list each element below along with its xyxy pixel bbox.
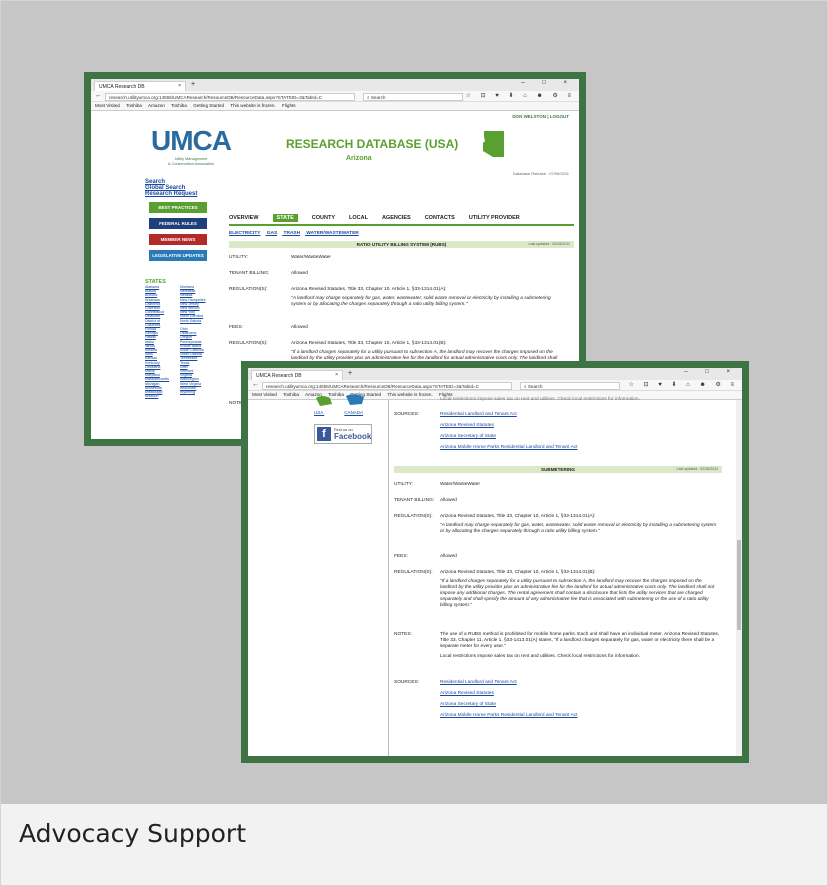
- toolbar-icons[interactable]: ☆ ⊡ ♥ ⬇ ⌂ ☻ ⚙ ≡: [629, 381, 738, 388]
- subtab-gas[interactable]: GAS: [267, 231, 277, 236]
- bookmarks-bar: Most Visited Toshiba Amazon Toshiba Gett…: [91, 102, 579, 111]
- screenshot-collage: UMCA Research DB × + – □ × ← research.uti…: [1, 1, 827, 804]
- new-tab-button[interactable]: +: [191, 81, 195, 88]
- slide-card: UMCA Research DB × + – □ × ← research.uti…: [0, 0, 828, 886]
- bookmark-item[interactable]: Toshiba: [283, 392, 299, 397]
- tab-agencies[interactable]: AGENCIES: [382, 215, 411, 221]
- address-input[interactable]: research.utilityumca.org:14555/UMCAResea…: [262, 382, 512, 390]
- source-link[interactable]: Residential Landlord and Tenant Act: [440, 412, 710, 418]
- new-tab-button[interactable]: +: [348, 370, 352, 377]
- last-updated: Last updated : 02/28/2011: [676, 467, 719, 471]
- tab-bar: UMCA Research DB × + – □ ×: [91, 79, 579, 91]
- bookmark-item[interactable]: This website is frozen.: [230, 103, 275, 108]
- arizona-map-icon: [483, 131, 504, 157]
- search-input[interactable]: ⌕ Search: [520, 382, 620, 390]
- search-input[interactable]: ⌕ Search: [363, 93, 463, 101]
- best-practices-button[interactable]: BEST PRACTICES: [149, 202, 207, 213]
- facebook-badge[interactable]: f Find us on Facebook: [314, 424, 372, 444]
- main-tabs: OVERVIEW STATE COUNTY LOCAL AGENCIES CONTACTS…: [229, 214, 534, 222]
- tab-overview[interactable]: OVERVIEW: [229, 215, 259, 221]
- address-input[interactable]: research.utilityumca.org:14555/UMCAResea…: [105, 93, 355, 101]
- subtab-electricity[interactable]: ELECTRICITY: [229, 231, 260, 236]
- bookmark-item[interactable]: Getting Started: [193, 103, 224, 108]
- browser-screenshot-submetering: UMCA Research DB × + – □ × ← research.uti…: [241, 361, 749, 763]
- federal-rules-button[interactable]: FEDERAL RULES: [149, 218, 207, 229]
- state-link[interactable]: Missouri: [145, 394, 176, 398]
- source-link[interactable]: Arizona Secretary of State: [440, 434, 710, 440]
- member-news-button[interactable]: MEMBER NEWS: [149, 234, 207, 245]
- source-link[interactable]: Arizona Mobile Home Parks Residential La…: [440, 445, 710, 451]
- url-bar: ← research.utilityumca.org:14555/UMCARes…: [248, 380, 742, 391]
- state-name: Arizona: [346, 155, 372, 162]
- utility-subtabs: ELECTRICITY GAS TRASH WATER/WASTEWATER: [229, 231, 364, 236]
- nav-link-research-request[interactable]: Research Request: [145, 191, 211, 197]
- state-link[interactable]: District of Columbia: [145, 319, 176, 327]
- last-updated: Last updated : 02/28/2011: [528, 242, 571, 246]
- close-tab-icon[interactable]: ×: [178, 83, 181, 89]
- state-link[interactable]: Wyoming: [180, 390, 211, 394]
- bookmark-item[interactable]: This website is frozen.: [387, 392, 432, 397]
- source-link[interactable]: Arizona Mobile Home Parks Residential La…: [440, 713, 720, 719]
- source-link[interactable]: Residential Landlord and Tenant Act: [440, 680, 720, 686]
- tab-contacts[interactable]: CONTACTS: [425, 215, 455, 221]
- browser-tab[interactable]: UMCA Research DB ×: [94, 81, 186, 91]
- bookmark-item[interactable]: Flights: [282, 103, 296, 108]
- source-link[interactable]: Arizona Secretary of State: [440, 702, 720, 708]
- url-bar: ← research.utilityumca.org:14555/UMCARes…: [91, 91, 579, 102]
- tab-utility-provider[interactable]: UTILITY PROVIDER: [469, 215, 520, 221]
- close-tab-icon[interactable]: ×: [335, 372, 338, 378]
- window-controls[interactable]: – □ ×: [521, 80, 575, 86]
- user-links[interactable]: DON WELSTON | LOGOUT: [512, 114, 569, 119]
- tab-state[interactable]: STATE: [272, 214, 298, 222]
- subtab-trash[interactable]: TRASH: [284, 231, 301, 236]
- subtab-water-wastewater[interactable]: WATER/WASTEWATER: [306, 231, 358, 236]
- tab-divider: [229, 224, 574, 226]
- bookmark-item[interactable]: Most Visited: [95, 103, 120, 108]
- bookmark-item[interactable]: Toshiba: [126, 103, 142, 108]
- map-links: USA CANADA: [314, 410, 363, 415]
- back-arrow-icon[interactable]: ←: [252, 381, 259, 388]
- tab-local[interactable]: LOCAL: [349, 215, 368, 221]
- bookmark-item[interactable]: Amazon: [148, 103, 165, 108]
- column-divider: [388, 400, 389, 756]
- state-link[interactable]: North Dakota: [180, 319, 211, 327]
- submetering-section-header: SUBMETERING Last updated : 02/28/2011: [394, 466, 722, 473]
- left-navigation: Search Global Search Research Request BE…: [145, 179, 211, 398]
- rubs-section-header: RATIO UTILITY BILLING SYSTEM (RUBS) Last …: [229, 241, 574, 248]
- usa-link[interactable]: USA: [314, 410, 323, 415]
- canada-link[interactable]: CANADA: [344, 410, 363, 415]
- legislative-updates-button[interactable]: LEGISLATIVE UPDATES: [149, 250, 207, 261]
- umca-logo: UMCA Utility Management & Conservation A…: [151, 125, 232, 166]
- bookmark-item[interactable]: Toshiba: [171, 103, 187, 108]
- caption: Advocacy Support: [19, 819, 247, 848]
- scrollbar[interactable]: [736, 400, 742, 756]
- facebook-icon: f: [317, 427, 331, 441]
- north-america-map-icon: [316, 394, 364, 406]
- bookmark-item[interactable]: Most Visited: [252, 392, 277, 397]
- source-link[interactable]: Arizona Revised Statutes: [440, 423, 710, 429]
- window-controls[interactable]: – □ ×: [684, 369, 738, 375]
- source-link[interactable]: Arizona Revised Statutes: [440, 691, 720, 697]
- database-release: Database Release : 07/09/2011: [513, 171, 569, 176]
- toolbar-icons[interactable]: ☆ ⊡ ♥ ⬇ ⌂ ☻ ⚙ ≡: [466, 92, 575, 99]
- tab-county[interactable]: COUNTY: [312, 215, 335, 221]
- states-list: Alabama Montana Alaska Nebraska Arizona Nevad…: [145, 285, 211, 398]
- browser-tab[interactable]: UMCA Research DB ×: [251, 370, 343, 380]
- web-page: USA CANADA f Find us on Facebook Local r…: [248, 394, 742, 756]
- tab-bar: UMCA Research DB × + – □ ×: [248, 368, 742, 380]
- page-title: RESEARCH DATABASE (USA): [286, 137, 459, 151]
- scrollbar-thumb[interactable]: [737, 540, 741, 630]
- back-arrow-icon[interactable]: ←: [95, 92, 102, 99]
